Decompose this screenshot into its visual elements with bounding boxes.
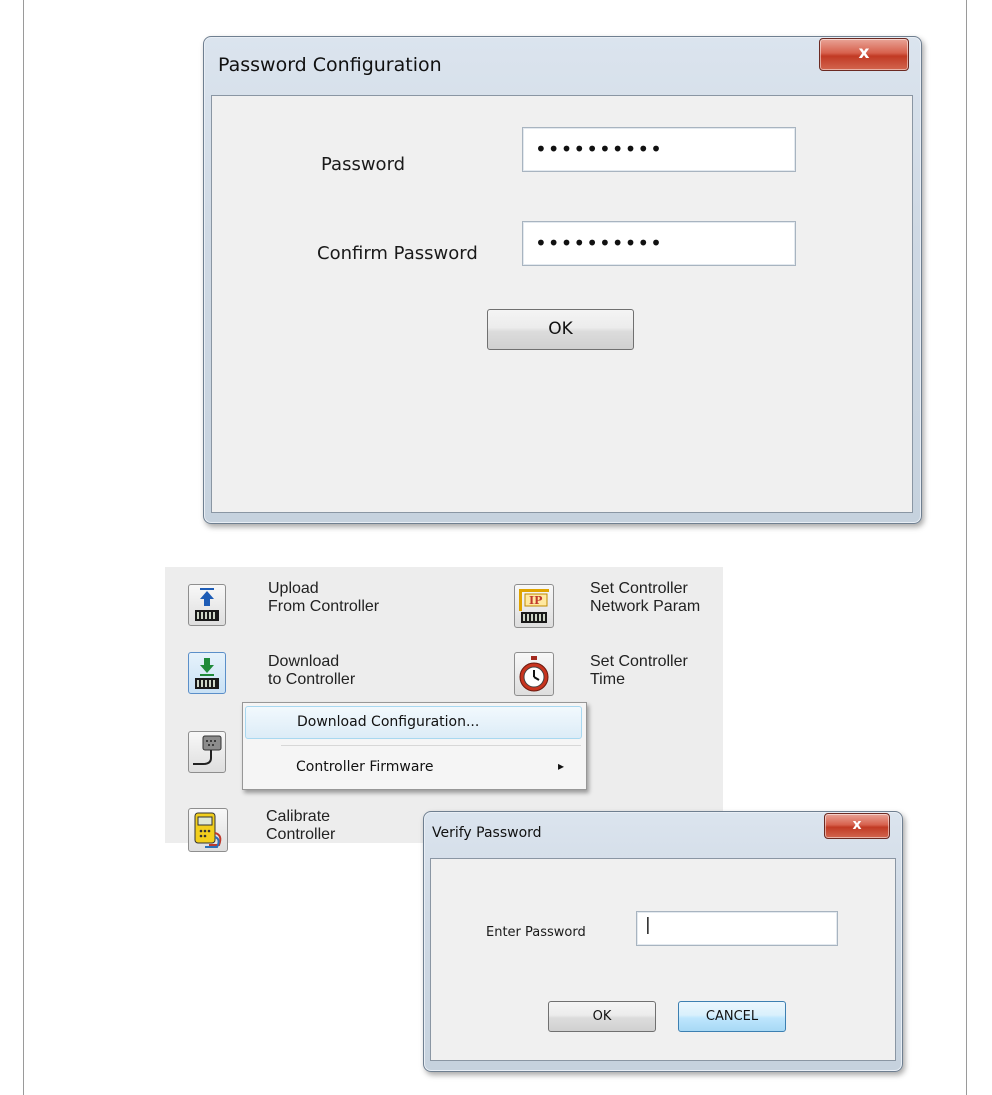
dialog-title: Verify Password (432, 825, 542, 841)
menu-item-label: Controller Firmware (296, 759, 434, 775)
download-label: Download to Controller (268, 653, 356, 688)
stopwatch-icon (519, 656, 549, 692)
download-context-menu: Download Configuration... Controller Fir… (242, 702, 587, 790)
network-param-button[interactable]: IP (514, 584, 554, 628)
set-time-button[interactable] (514, 652, 554, 696)
chevron-right-icon: ▸ (558, 759, 565, 773)
page-border-left (23, 0, 24, 1095)
menu-item-download-configuration[interactable]: Download Configuration... (245, 706, 582, 739)
upload-from-controller-icon (195, 588, 219, 621)
confirm-password-field[interactable]: •••••••••• (522, 221, 796, 266)
ok-button[interactable]: OK (487, 309, 634, 350)
verify-password-dialog: Verify Password x Enter Password | OK CA… (423, 811, 903, 1072)
menu-separator (281, 745, 581, 746)
upload-label: Upload From Controller (268, 580, 380, 615)
network-param-label: Set Controller Network Param (590, 580, 701, 615)
enter-password-label: Enter Password (486, 925, 586, 940)
confirm-password-label: Confirm Password (317, 243, 478, 264)
calibrate-button[interactable] (188, 808, 228, 852)
serial-cable-icon (193, 735, 222, 765)
close-button[interactable]: x (819, 38, 909, 71)
cancel-button[interactable]: CANCEL (678, 1001, 786, 1032)
close-icon: x (852, 817, 862, 833)
close-button[interactable]: x (824, 813, 890, 839)
serial-port-button[interactable] (188, 731, 226, 773)
download-button[interactable] (188, 652, 226, 694)
menu-item-controller-firmware[interactable]: Controller Firmware ▸ (245, 751, 582, 784)
multimeter-icon (194, 812, 222, 848)
password-field[interactable]: •••••••••• (522, 127, 796, 172)
password-configuration-dialog: Password Configuration x Password ••••••… (203, 36, 922, 524)
menu-item-label: Download Configuration... (297, 714, 480, 730)
dialog-title: Password Configuration (218, 54, 442, 76)
ip-text: IP (529, 594, 542, 607)
dialog-body (430, 858, 896, 1061)
ok-button[interactable]: OK (548, 1001, 656, 1032)
close-icon: x (858, 43, 870, 63)
calibrate-label: Calibrate Controller (266, 808, 336, 843)
password-label: Password (321, 154, 406, 175)
download-to-controller-icon (195, 658, 219, 689)
set-time-label: Set Controller Time (590, 653, 688, 688)
ip-network-icon: IP (519, 589, 549, 623)
page-border-right (966, 0, 967, 1095)
upload-button[interactable] (188, 584, 226, 626)
enter-password-field[interactable]: | (636, 911, 838, 946)
